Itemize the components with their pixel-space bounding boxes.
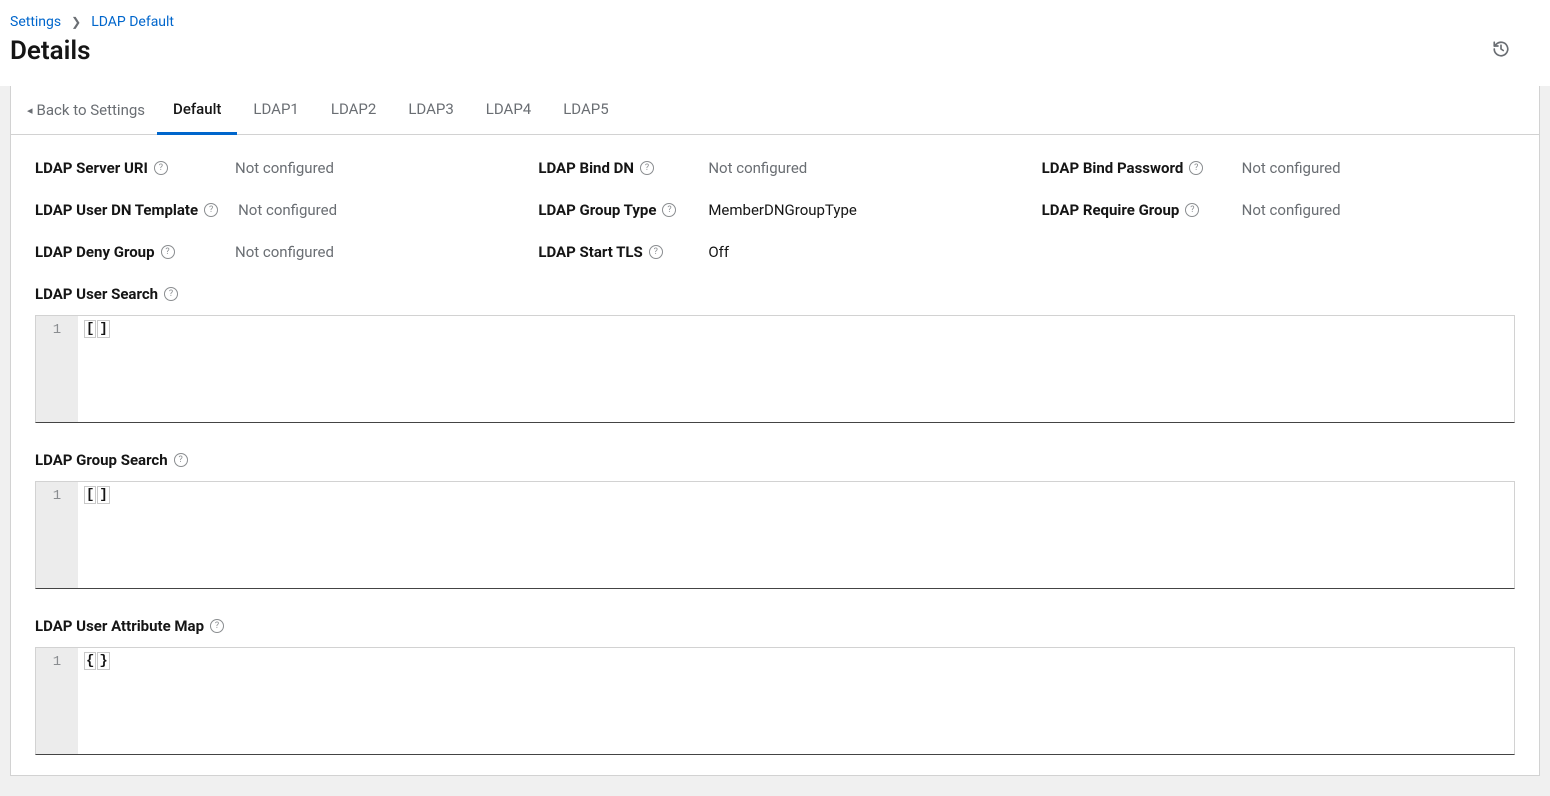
field-label: LDAP Deny Group: [35, 243, 155, 261]
breadcrumb-current-link[interactable]: LDAP Default: [91, 14, 174, 30]
field-ldap-start-tls: LDAP Start TLS ? Off: [538, 243, 1011, 261]
field-ldap-server-uri: LDAP Server URI ? Not configured: [35, 159, 508, 177]
page-title: Details: [10, 36, 91, 66]
field-value: Not configured: [1242, 159, 1341, 177]
code-gutter: 1: [36, 648, 78, 754]
help-icon[interactable]: ?: [640, 161, 654, 175]
field-label: LDAP Bind Password: [1042, 159, 1184, 177]
back-to-settings-link[interactable]: ◂ Back to Settings: [27, 87, 157, 133]
field-value: Not configured: [708, 159, 807, 177]
help-icon[interactable]: ?: [210, 619, 224, 633]
field-value: Not configured: [235, 243, 334, 261]
section-label-user-search: LDAP User Search: [35, 285, 158, 303]
tab-ldap1[interactable]: LDAP1: [237, 86, 314, 135]
field-ldap-user-dn-template: LDAP User DN Template ? Not configured: [35, 201, 508, 219]
field-label: LDAP Start TLS: [538, 243, 642, 261]
field-ldap-deny-group: LDAP Deny Group ? Not configured: [35, 243, 508, 261]
help-icon[interactable]: ?: [164, 287, 178, 301]
back-label: Back to Settings: [37, 101, 146, 119]
details-panel: ◂ Back to Settings Default LDAP1 LDAP2 L…: [10, 86, 1540, 776]
field-label: LDAP User DN Template: [35, 201, 198, 219]
code-content: {}: [78, 648, 117, 754]
help-icon[interactable]: ?: [662, 203, 676, 217]
help-icon[interactable]: ?: [161, 245, 175, 259]
caret-left-icon: ◂: [27, 104, 33, 117]
breadcrumb-settings-link[interactable]: Settings: [10, 14, 61, 30]
help-icon[interactable]: ?: [154, 161, 168, 175]
tab-ldap3[interactable]: LDAP3: [392, 86, 469, 135]
code-block-user-search[interactable]: 1 []: [35, 315, 1515, 423]
code-content: []: [78, 316, 117, 422]
field-label: LDAP Server URI: [35, 159, 148, 177]
code-gutter: 1: [36, 482, 78, 588]
code-gutter: 1: [36, 316, 78, 422]
help-icon[interactable]: ?: [204, 203, 218, 217]
field-value: Off: [708, 243, 729, 261]
field-value: MemberDNGroupType: [708, 201, 857, 219]
help-icon[interactable]: ?: [174, 453, 188, 467]
code-content: []: [78, 482, 117, 588]
tab-ldap4[interactable]: LDAP4: [470, 86, 547, 135]
field-ldap-require-group: LDAP Require Group ? Not configured: [1042, 201, 1515, 219]
field-ldap-bind-password: LDAP Bind Password ? Not configured: [1042, 159, 1515, 177]
tab-ldap2[interactable]: LDAP2: [315, 86, 392, 135]
code-block-user-attr-map[interactable]: 1 {}: [35, 647, 1515, 755]
field-ldap-bind-dn: LDAP Bind DN ? Not configured: [538, 159, 1011, 177]
field-value: Not configured: [235, 159, 334, 177]
chevron-right-icon: ❯: [71, 15, 81, 29]
field-label: LDAP Group Type: [538, 201, 656, 219]
field-label: LDAP Require Group: [1042, 201, 1180, 219]
section-label-group-search: LDAP Group Search: [35, 451, 168, 469]
section-label-user-attr-map: LDAP User Attribute Map: [35, 617, 204, 635]
tab-ldap5[interactable]: LDAP5: [547, 86, 624, 135]
code-block-group-search[interactable]: 1 []: [35, 481, 1515, 589]
field-ldap-group-type: LDAP Group Type ? MemberDNGroupType: [538, 201, 1011, 219]
breadcrumb: Settings ❯ LDAP Default: [10, 14, 1540, 30]
help-icon[interactable]: ?: [1189, 161, 1203, 175]
field-value: Not configured: [1242, 201, 1341, 219]
help-icon[interactable]: ?: [649, 245, 663, 259]
tabs: ◂ Back to Settings Default LDAP1 LDAP2 L…: [11, 86, 1539, 135]
field-value: Not configured: [238, 201, 337, 219]
history-icon[interactable]: [1492, 39, 1540, 63]
tab-default[interactable]: Default: [157, 86, 237, 135]
field-label: LDAP Bind DN: [538, 159, 634, 177]
help-icon[interactable]: ?: [1185, 203, 1199, 217]
